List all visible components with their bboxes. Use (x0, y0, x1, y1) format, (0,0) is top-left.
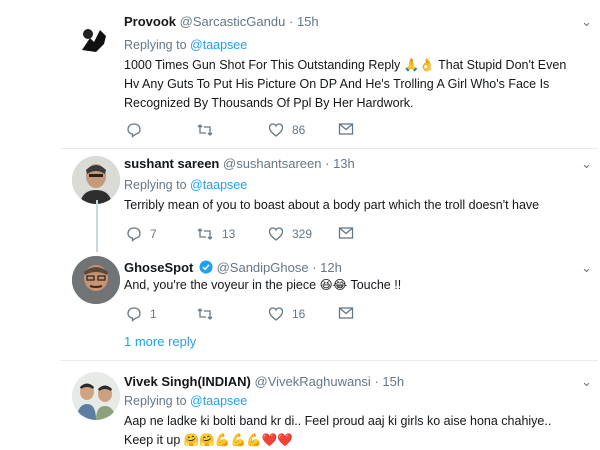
avatar[interactable] (70, 16, 118, 64)
like-icon (268, 123, 284, 137)
tweet-text: And, you're the voyeur in the piece 😆😂 T… (124, 278, 402, 292)
tweet-sushant-sareen[interactable]: sushant sareen @sushantsareen · 13h ⌄ Re… (0, 150, 600, 246)
author-name[interactable]: sushant sareen (124, 156, 219, 171)
retweet-icon (197, 124, 213, 136)
retweet-button[interactable]: 13 (196, 226, 235, 242)
timestamp[interactable]: 15h (297, 14, 319, 29)
replying-label: Replying to (124, 178, 187, 192)
tweet-actions: 7 13 329 (126, 226, 366, 244)
tweet-text: Terribly mean of you to boast about a bo… (124, 198, 540, 212)
divider (60, 148, 598, 149)
dm-icon (338, 227, 354, 239)
separator-dot: · (288, 14, 294, 29)
tweet-actions: 1 16 (126, 306, 366, 324)
author-handle[interactable]: @VivekRaghuwansi (255, 374, 371, 389)
like-count: 86 (292, 123, 306, 137)
timestamp[interactable]: 13h (333, 156, 355, 171)
reply-count: 7 (150, 227, 157, 241)
tweet-text: 1000 Times Gun Shot For This Outstanding… (124, 58, 567, 110)
tweet-text: Aap ne ladke ki bolti band kr di.. Feel … (124, 414, 552, 447)
replying-label: Replying to (124, 394, 187, 408)
reply-count: 1 (150, 307, 157, 321)
author-name[interactable]: Vivek Singh(INDIAN) (124, 374, 251, 389)
dm-button[interactable] (338, 306, 354, 320)
caret-down-icon[interactable]: ⌄ (581, 156, 592, 172)
author-handle[interactable]: @SarcasticGandu (180, 14, 286, 29)
like-button[interactable]: 86 (268, 122, 305, 138)
author-handle[interactable]: @sushantsareen (223, 156, 321, 171)
replying-mention[interactable]: @taapsee (190, 394, 247, 408)
caret-down-icon[interactable]: ⌄ (581, 374, 592, 390)
like-count: 16 (292, 307, 306, 321)
author-name[interactable]: GhoseSpot (124, 260, 193, 275)
timestamp[interactable]: 12h (320, 260, 342, 275)
thread-line (96, 200, 98, 252)
reply-button[interactable] (126, 122, 150, 138)
reply-icon (127, 307, 141, 322)
tweet-actions: 86 (126, 122, 366, 140)
retweet-icon (197, 308, 213, 320)
retweet-icon (197, 228, 213, 240)
like-count: 329 (292, 227, 313, 241)
verified-icon (199, 260, 213, 277)
divider (60, 360, 598, 361)
separator-dot: · (374, 374, 379, 389)
separator-dot: · (312, 260, 317, 275)
author-name[interactable]: Provook (124, 14, 176, 29)
dm-icon (338, 123, 354, 135)
retweet-button[interactable] (196, 306, 222, 322)
dm-icon (338, 307, 354, 319)
caret-down-icon[interactable]: ⌄ (581, 260, 592, 276)
reply-button[interactable]: 1 (126, 306, 157, 322)
caret-down-icon[interactable]: ⌄ (581, 14, 592, 30)
separator-dot: · (325, 156, 330, 171)
avatar[interactable] (72, 372, 120, 420)
retweet-count: 13 (222, 227, 236, 241)
reply-icon (127, 123, 141, 138)
like-button[interactable]: 329 (268, 226, 312, 242)
dm-button[interactable] (338, 122, 354, 136)
reply-icon (127, 227, 141, 242)
author-handle[interactable]: @SandipGhose (217, 260, 309, 275)
replying-mention[interactable]: @taapsee (190, 178, 247, 192)
tweet-vivek-singh[interactable]: Vivek Singh(INDIAN) @VivekRaghuwansi · 1… (0, 362, 600, 450)
like-icon (268, 307, 284, 321)
retweet-button[interactable] (196, 122, 222, 138)
like-icon (268, 227, 284, 241)
more-replies-link[interactable]: 1 more reply (124, 334, 196, 349)
timestamp[interactable]: 15h (382, 374, 404, 389)
tweet-ghosespot[interactable]: GhoseSpot @SandipGhose · 12h ⌄ And, you'… (0, 250, 600, 330)
dm-button[interactable] (338, 226, 354, 240)
like-button[interactable]: 16 (268, 306, 305, 322)
replying-label: Replying to (124, 38, 187, 52)
tweet-provook[interactable]: Provook @SarcasticGandu · 15h ⌄ Replying… (0, 0, 600, 148)
replying-mention[interactable]: @taapsee (190, 38, 247, 52)
avatar[interactable] (72, 256, 120, 304)
avatar[interactable] (72, 156, 120, 204)
reply-button[interactable]: 7 (126, 226, 157, 242)
